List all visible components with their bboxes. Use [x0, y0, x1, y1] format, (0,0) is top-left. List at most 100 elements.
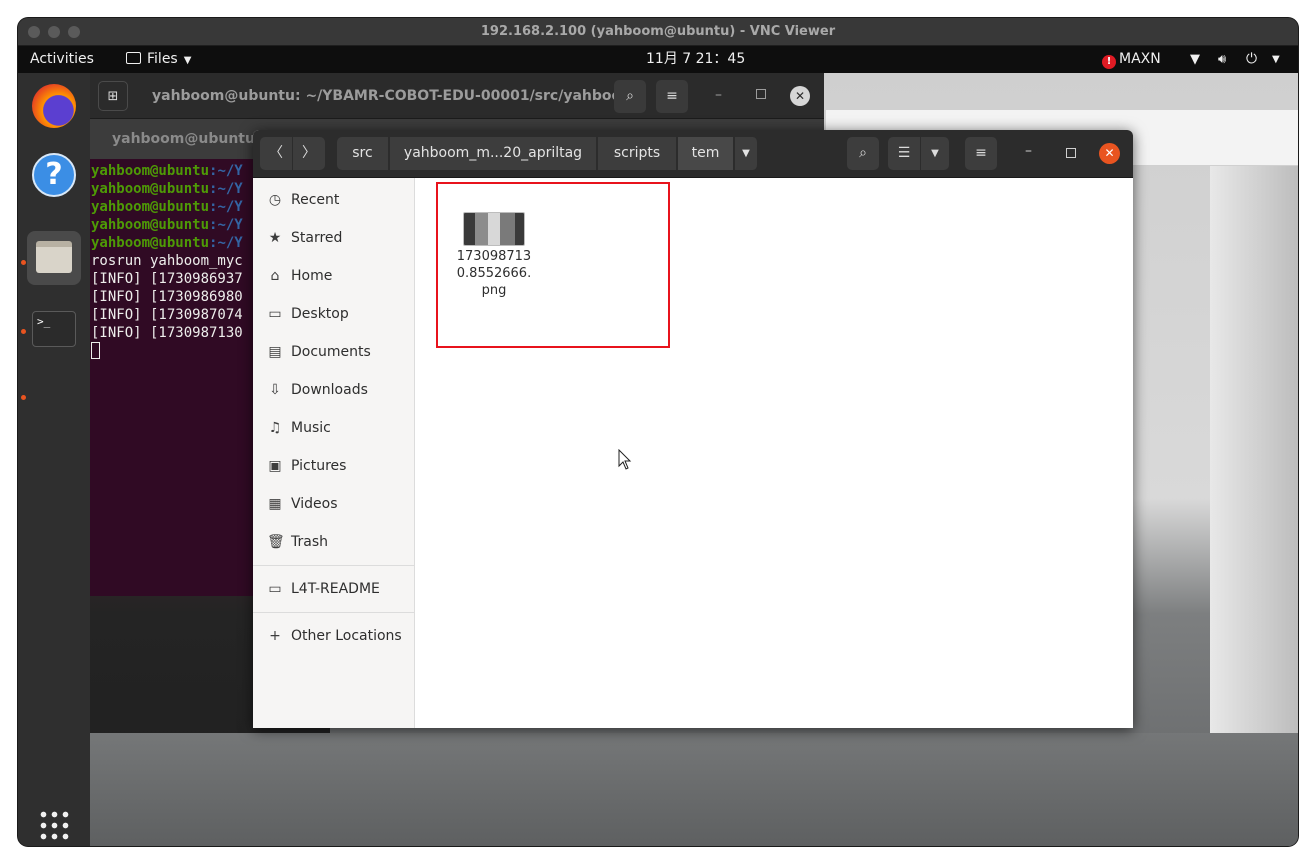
- terminal-line: rosrun yahboom_myc: [91, 253, 243, 269]
- prompt-line: yahboom@ubuntu:~/Y: [91, 235, 243, 251]
- files-close-button[interactable]: ✕: [1099, 143, 1120, 164]
- sidebar-separator: [253, 565, 414, 566]
- sidebar-item-recent[interactable]: ◷ Recent: [253, 181, 414, 219]
- app-grid-icon: [38, 809, 70, 841]
- folder-icon: [126, 52, 141, 64]
- files-app-menu-label: Files: [147, 51, 178, 67]
- vnc-title: 192.168.2.100 (yahboom@ubuntu) - VNC Vie…: [480, 24, 836, 39]
- dock-running-dot: [21, 395, 26, 400]
- prompt-line: yahboom@ubuntu:~/Y: [91, 217, 243, 233]
- terminal-line: [INFO] [1730986980: [91, 289, 243, 305]
- back-button[interactable]: 〈: [260, 137, 292, 170]
- sidebar-item-pictures[interactable]: ▣ Pictures: [253, 447, 414, 485]
- files-minimize-button[interactable]: –: [1025, 143, 1039, 161]
- terminal-title: yahboom@ubuntu: ~/YBAMR-COBOT-EDU-00001/…: [152, 88, 638, 104]
- sidebar-item-home[interactable]: ⌂ Home: [253, 257, 414, 295]
- sidebar-separator: [253, 612, 414, 613]
- new-tab-button[interactable]: ⊞: [98, 81, 128, 111]
- terminal-line: [INFO] [1730987074: [91, 307, 243, 323]
- dock: ? >_: [18, 73, 90, 846]
- mouse-cursor-icon: [618, 449, 632, 470]
- list-view-icon: ☰: [897, 145, 911, 161]
- sidebar-item-documents[interactable]: ▤ Documents: [253, 333, 414, 371]
- download-icon: ⇩: [269, 382, 281, 398]
- breadcrumb-tem[interactable]: tem: [678, 137, 734, 170]
- prompt-line: yahboom@ubuntu:~/Y: [91, 199, 243, 215]
- gnome-top-bar: Activities Files ▼ 11月 7 21：45 ! MAXN ▼ 🔊︎…: [18, 46, 1298, 73]
- annotation-highlight-box: [436, 182, 670, 348]
- caret-down-icon: ▼: [742, 148, 750, 159]
- terminal-maximize-button[interactable]: [756, 89, 766, 99]
- view-options-button[interactable]: ▼: [921, 137, 949, 170]
- dock-running-dot: [21, 329, 26, 334]
- search-icon: ⌕: [626, 88, 634, 104]
- sidebar-item-other-locations[interactable]: + Other Locations: [253, 617, 414, 655]
- sidebar-item-downloads[interactable]: ⇩ Downloads: [253, 371, 414, 409]
- clock[interactable]: 11月 7 21：45: [646, 46, 745, 73]
- terminal-cursor: [91, 342, 100, 359]
- wifi-icon[interactable]: ▼: [1190, 46, 1200, 73]
- trash-icon: 🗑︎: [267, 534, 285, 550]
- chevron-left-icon: 〈: [269, 145, 283, 161]
- show-applications-button[interactable]: [27, 809, 81, 846]
- help-icon: ?: [32, 153, 76, 197]
- system-menu-caret-icon[interactable]: ▼: [1272, 46, 1280, 73]
- chevron-right-icon: 〉: [302, 145, 316, 161]
- prompt-line: yahboom@ubuntu:~/Y: [91, 163, 243, 179]
- terminal-line: [INFO] [1730986937: [91, 271, 243, 287]
- new-tab-icon: ⊞: [107, 89, 119, 104]
- dock-help[interactable]: ?: [27, 148, 81, 202]
- activities-button[interactable]: Activities: [30, 46, 94, 73]
- sidebar-item-videos[interactable]: ▦ Videos: [253, 485, 414, 523]
- terminal-line: [INFO] [1730987130: [91, 325, 243, 341]
- dock-terminal[interactable]: >_: [27, 303, 81, 357]
- dock-files[interactable]: [27, 231, 81, 285]
- sidebar-item-desktop[interactable]: ▭ Desktop: [253, 295, 414, 333]
- close-icon: ✕: [1104, 146, 1115, 160]
- vnc-titlebar: 192.168.2.100 (yahboom@ubuntu) - VNC Vie…: [18, 18, 1298, 46]
- breadcrumb-scripts[interactable]: scripts: [598, 137, 677, 170]
- breadcrumb-package[interactable]: yahboom_m...20_apriltag: [390, 137, 597, 170]
- forward-button[interactable]: 〉: [293, 137, 325, 170]
- firefox-icon: [32, 84, 76, 128]
- files-icon: [36, 241, 72, 273]
- breadcrumb-src[interactable]: src: [337, 137, 389, 170]
- power-mode-label: MAXN: [1119, 51, 1161, 67]
- sidebar-item-music[interactable]: ♫ Music: [253, 409, 414, 447]
- terminal-minimize-button[interactable]: –: [715, 87, 729, 105]
- dock-running-dot: [21, 260, 26, 265]
- power-mode-indicator[interactable]: ! MAXN: [1102, 46, 1161, 73]
- minimize-icon: –: [715, 87, 722, 103]
- terminal-close-button[interactable]: ✕: [790, 86, 810, 106]
- dock-firefox[interactable]: [27, 79, 81, 133]
- terminal-search-button[interactable]: ⌕: [614, 80, 646, 113]
- files-menu-button[interactable]: ≡: [965, 137, 997, 170]
- alert-icon: !: [1102, 55, 1116, 69]
- files-app-menu[interactable]: Files ▼: [126, 46, 191, 74]
- search-icon: ⌕: [859, 145, 867, 161]
- breadcrumb-menu-button[interactable]: ▼: [735, 137, 758, 170]
- star-icon: ★: [268, 230, 282, 246]
- files-window: 〈 〉 src yahboom_m...20_apriltag scripts …: [253, 130, 1133, 728]
- wallpaper-floor: [90, 733, 1298, 846]
- sidebar-item-starred[interactable]: ★ Starred: [253, 219, 414, 257]
- places-sidebar: ◷ Recent ★ Starred ⌂ Home ▭ Desktop ▤ Documen…: [253, 178, 415, 728]
- video-icon: ▦: [268, 496, 282, 512]
- files-search-button[interactable]: ⌕: [847, 137, 879, 170]
- view-list-button[interactable]: ☰: [888, 137, 920, 170]
- wallpaper-wall-column: [1210, 153, 1298, 793]
- files-headerbar: 〈 〉 src yahboom_m...20_apriltag scripts …: [253, 130, 1133, 178]
- home-icon: ⌂: [270, 268, 280, 284]
- sidebar-item-l4t-readme[interactable]: ▭ L4T-README: [253, 570, 414, 608]
- power-icon[interactable]: ⏻: [1246, 46, 1257, 73]
- drive-icon: ▭: [268, 581, 282, 597]
- sidebar-item-trash[interactable]: 🗑︎ Trash: [253, 523, 414, 561]
- files-maximize-button[interactable]: [1066, 148, 1076, 158]
- volume-icon[interactable]: 🔊︎: [1218, 46, 1226, 73]
- music-icon: ♫: [268, 420, 282, 436]
- prompt-line: yahboom@ubuntu:~/Y: [91, 181, 243, 197]
- terminal-menu-button[interactable]: ≡: [656, 80, 688, 113]
- terminal-headerbar: ⊞ yahboom@ubuntu: ~/YBAMR-COBOT-EDU-0000…: [90, 73, 824, 119]
- minimize-icon: –: [1025, 143, 1032, 159]
- picture-icon: ▣: [268, 458, 282, 474]
